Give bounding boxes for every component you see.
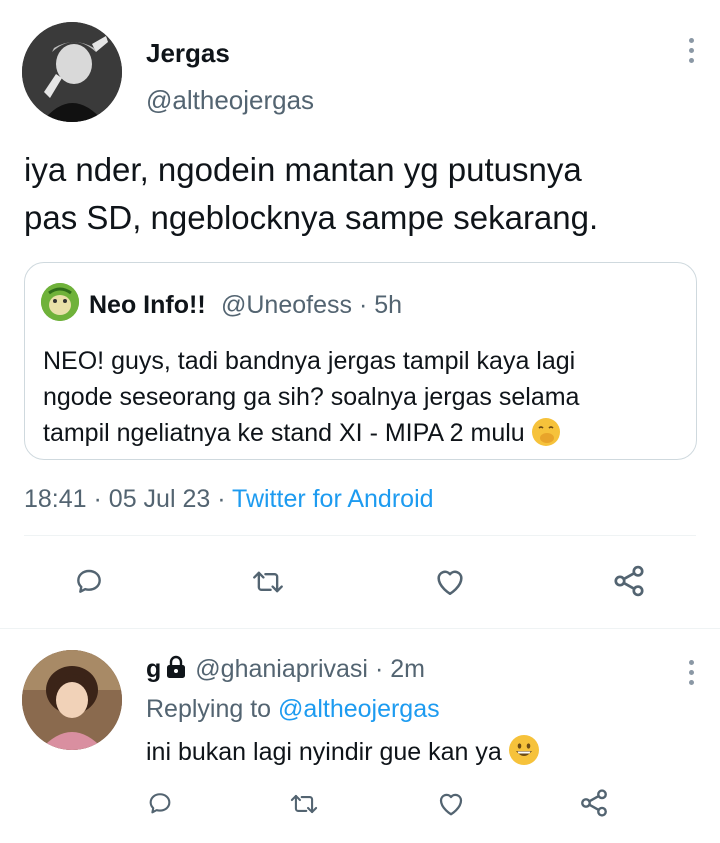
reply-author-name[interactable]: g (146, 655, 161, 683)
quoted-avatar (41, 283, 79, 321)
reply-icon[interactable] (73, 565, 105, 597)
quoted-text-line: tampil ngeliatnya ke stand XI - MIPA 2 m… (43, 415, 683, 451)
like-icon[interactable] (433, 565, 467, 597)
retweet-icon[interactable] (289, 790, 319, 818)
reply-age: 2m (390, 655, 425, 683)
reply-header: g @ghaniaprivasi · 2m (146, 655, 425, 684)
more-options-icon[interactable] (686, 38, 696, 63)
author-avatar[interactable] (22, 22, 122, 122)
divider (0, 628, 720, 629)
quoted-text: NEO! guys, tadi bandnya jergas tampil ka… (43, 343, 683, 451)
separator: · (93, 485, 102, 513)
face-with-hand-over-mouth-icon (531, 418, 560, 446)
tweet-text-line: pas SD, ngeblocknya sampe sekarang. (24, 199, 599, 236)
author-handle[interactable]: @altheojergas (146, 85, 314, 116)
retweet-icon[interactable] (251, 566, 285, 598)
tweet-text-line: iya nder, ngodein mantan yg putusnya (24, 151, 582, 188)
tweet-date: 05 Jul 23 (108, 485, 211, 513)
separator: · (358, 291, 368, 319)
more-options-icon[interactable] (686, 660, 696, 685)
quoted-age: 5h (374, 291, 403, 319)
tweet-meta: 18:41 · 05 Jul 23 · Twitter for Android (24, 485, 434, 514)
share-icon[interactable] (578, 787, 610, 819)
replying-to: Replying to @altheojergas (146, 695, 440, 723)
quoted-meta: @Uneofess · 5h (221, 291, 402, 320)
quoted-name: Neo Info!! (89, 291, 206, 319)
author-name[interactable]: Jergas (146, 38, 230, 69)
reply-icon[interactable] (146, 789, 174, 817)
tweet-text: iya nder, ngodein mantan yg putusnya pas… (24, 146, 704, 242)
replying-to-mention[interactable]: @altheojergas (278, 695, 440, 723)
divider (24, 535, 696, 536)
reply-handle[interactable]: @ghaniaprivasi (195, 655, 368, 683)
reply-avatar[interactable] (22, 650, 122, 750)
quoted-text-line: NEO! guys, tadi bandnya jergas tampil ka… (43, 347, 576, 375)
reply-text: ini bukan lagi nyindir gue kan ya (146, 735, 539, 767)
lock-icon (165, 655, 187, 679)
separator: · (374, 655, 384, 683)
like-icon[interactable] (436, 789, 466, 817)
separator: · (217, 485, 226, 513)
tweet-source-link[interactable]: Twitter for Android (232, 485, 433, 513)
quoted-tweet-card[interactable]: Neo Info!! @Uneofess · 5h NEO! guys, tad… (24, 262, 697, 460)
share-icon[interactable] (611, 563, 647, 599)
quoted-handle: @Uneofess (221, 291, 352, 319)
quoted-text-line: ngode seseorang ga sih? soalnya jergas s… (43, 383, 580, 411)
tweet-time: 18:41 (24, 485, 87, 513)
grinning-face-icon (508, 735, 539, 765)
